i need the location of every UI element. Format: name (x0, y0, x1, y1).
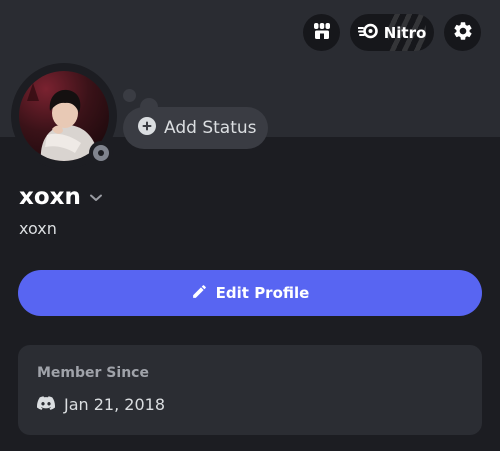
member-since-title: Member Since (37, 365, 149, 381)
shop-icon (312, 21, 332, 45)
add-status-button[interactable]: Add Status (123, 107, 268, 149)
nitro-label: Nitro (383, 23, 427, 42)
discord-icon (37, 395, 56, 414)
display-name-row[interactable]: xoxn (19, 184, 103, 210)
edit-profile-button[interactable]: Edit Profile (18, 270, 482, 316)
username: xoxn (19, 219, 57, 238)
shop-button[interactable] (303, 14, 340, 51)
edit-profile-label: Edit Profile (215, 284, 310, 302)
gear-icon (452, 20, 474, 46)
thought-bubble-small (123, 89, 136, 102)
profile-page: Nitro Add Status xoxn xoxn Edit Profile … (0, 0, 500, 451)
add-status-label: Add Status (164, 118, 257, 138)
settings-button[interactable] (444, 14, 481, 51)
top-actions-bar: Nitro (303, 14, 481, 51)
member-since-card: Member Since Jan 21, 2018 (18, 345, 482, 435)
status-indicator-hole (98, 150, 104, 156)
member-since-date: Jan 21, 2018 (64, 395, 165, 414)
nitro-button[interactable]: Nitro (350, 14, 434, 51)
member-since-row: Jan 21, 2018 (37, 395, 165, 414)
display-name: xoxn (19, 184, 81, 210)
pencil-icon (191, 283, 208, 304)
nitro-icon (356, 23, 378, 43)
plus-circle-icon (138, 117, 156, 139)
chevron-down-icon[interactable] (89, 188, 103, 207)
